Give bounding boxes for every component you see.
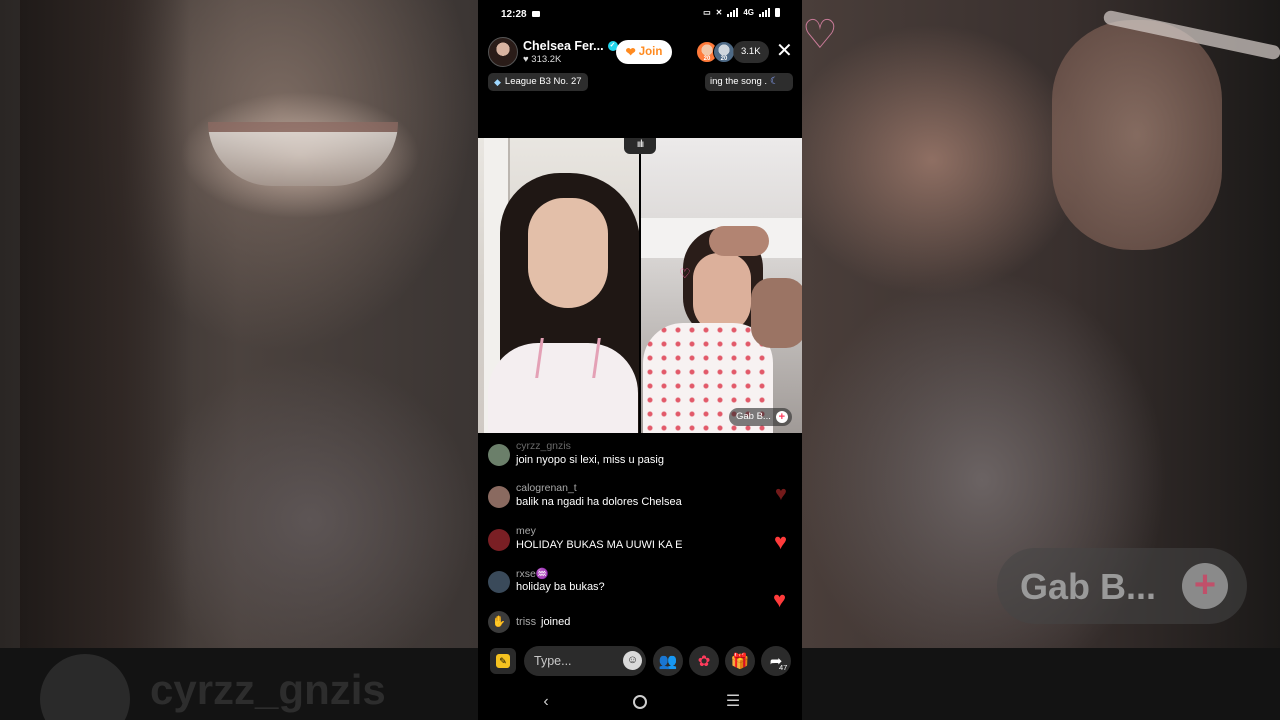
emoji-icon[interactable]: ☺ [623,651,642,670]
join-text: joined [541,616,571,628]
host-collar [535,338,601,378]
guest-face [693,253,751,333]
diamond-icon: ◆ [494,77,501,87]
screen-record-icon [532,11,540,17]
home-button[interactable] [622,690,658,714]
chat-username[interactable]: mey [516,525,536,537]
bottom-bar: ✎ ☺ 👥 ✿ 🎁 ➦ 47 [478,646,802,676]
background-blur-right: ♡ Gab B... + [802,0,1280,720]
quick-comment-icon: ✎ [496,654,510,668]
guest-video[interactable]: ♡ [641,138,802,433]
host-name-row: Chelsea Fer... ✓ [523,39,618,53]
song-ticker[interactable]: ing the song . ☾ [705,73,793,91]
wave-icon: ✋ [488,611,510,633]
cast-icon: ▭ [703,8,711,17]
background-heart-icon: ♡ [802,13,838,57]
background-plus-icon: + [1182,563,1228,609]
host-name: Chelsea Fer... [523,39,604,53]
floating-heart-icon: ♥ [774,529,788,554]
music-note-icon: ☾ [770,76,780,87]
co-host-icon[interactable]: 👥 [653,646,683,676]
host-avatar[interactable] [488,37,518,67]
host-video[interactable] [478,138,639,433]
join-label: Join [638,46,663,58]
mute-icon: ✕ [715,8,723,17]
android-nav-bar: ‹ ☰ [478,684,802,720]
viewer-count[interactable]: 3.1K [733,41,769,63]
background-blur-left [0,0,478,720]
chat-feed[interactable]: cyrzz_gnzis join nyopo si lexi, miss u p… [478,436,802,638]
heart-small-icon: ♥ [523,54,529,65]
chat-username[interactable]: rxse♒ [516,567,549,580]
stylist-arm [751,278,802,348]
song-text: ing the song . [710,76,768,87]
heart-effect-icon: ♡ [679,266,691,281]
chat-username[interactable]: cyrzz_gnzis [516,440,571,452]
viewer-avatar[interactable]: 20 [713,41,735,63]
signal-icon-2 [759,8,770,17]
stylist-hand [709,226,769,256]
chat-avatar[interactable] [488,486,510,508]
host-likes-count: 313.2K [531,54,562,65]
chat-text: join nyopo si lexi, miss u pasig [516,454,664,466]
host-face [528,198,608,308]
chat-avatar[interactable] [488,529,510,551]
join-button[interactable]: ❤ Join [616,40,672,64]
back-icon[interactable]: ‹ [528,690,564,714]
status-bar: 12:28 ▭ ✕ 4G [478,0,802,30]
background-username: cyrzz_gnzis [150,666,386,713]
chat-text: holiday ba bukas? [516,581,605,593]
join-icon: ❤ [625,45,636,59]
close-icon[interactable]: ✕ [776,40,793,62]
background-smile [208,122,398,186]
background-hair [20,0,190,720]
badge-icon: ♒ [535,568,549,580]
network-label: 4G [743,8,754,17]
background-avatar [40,654,130,720]
audio-wave-icon: ıılı [624,138,656,154]
chat-avatar[interactable] [488,444,510,466]
rose-gift-icon[interactable]: ✿ [689,646,719,676]
host-likes: ♥ 313.2K [523,54,618,65]
chat-avatar[interactable] [488,571,510,593]
gift-icon[interactable]: 🎁 [725,646,755,676]
floating-heart-icon: ♥ [773,587,787,612]
floating-heart-icon: ♥ [775,483,787,505]
top-viewers[interactable]: 20 20 [696,41,735,63]
league-label: League B3 No. 27 [504,76,582,87]
guest-tag[interactable]: Gab B... + [729,408,792,426]
chat-username[interactable]: calogrenan_t [516,482,577,494]
menu-icon[interactable]: ☰ [715,690,751,714]
signal-icon [727,8,739,17]
league-badge[interactable]: ◆ League B3 No. 27 [488,73,588,91]
chat-text: HOLIDAY BUKAS MA UUWI KA E [516,539,683,551]
home-icon [633,695,647,709]
background-guest-name: Gab B... [1020,566,1157,607]
quick-comment-button[interactable]: ✎ [490,648,516,674]
battery-icon [775,8,780,17]
guest-name: Gab B... [736,411,771,422]
background-hand [1052,20,1222,250]
status-icons: ▭ ✕ 4G [703,8,780,17]
join-username[interactable]: triss [516,616,536,628]
viewer-badge: 20 [720,56,728,62]
share-count: 47 [779,663,788,672]
follow-plus-icon[interactable]: + [775,411,788,423]
phone-screen: 12:28 ▭ ✕ 4G Chelsea Fer... ✓ ♥ 313.2K ❤… [478,0,802,720]
status-time: 12:28 [501,9,527,20]
viewer-badge: 20 [703,56,711,62]
host-info: Chelsea Fer... ✓ ♥ 313.2K [523,39,618,65]
chat-text: balik na ngadi ha dolores Chelsea [516,496,682,508]
